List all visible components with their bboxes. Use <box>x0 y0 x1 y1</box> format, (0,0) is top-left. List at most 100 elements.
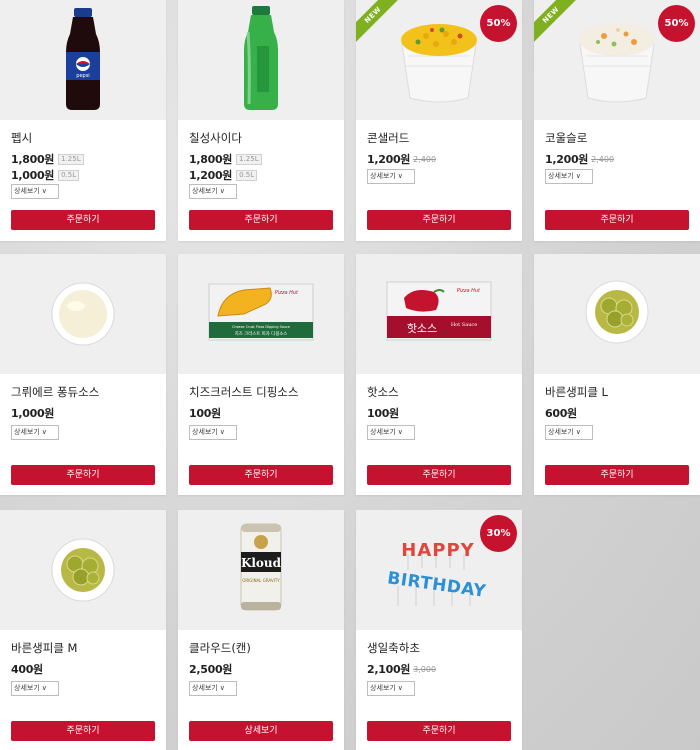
pickle-bowl-icon <box>585 280 649 344</box>
product-image[interactable]: Kloud ORIGINAL GRAVITY <box>178 510 344 630</box>
detail-label: 상세보기 <box>370 172 396 180</box>
product-image[interactable] <box>178 0 344 120</box>
product-name: 바른생피클 M <box>11 641 78 655</box>
packet-text-en: Cheese Crust Pizza Dipping Sauce <box>232 325 290 329</box>
detail-button[interactable]: 상세보기 <box>189 721 333 741</box>
order-button[interactable]: 주문하기 <box>189 210 333 230</box>
chevron-down-icon: ∨ <box>41 187 47 195</box>
chevron-down-icon: ∨ <box>219 684 225 692</box>
chevron-down-icon: ∨ <box>397 172 403 180</box>
detail-dropdown[interactable]: 상세보기 ∨ <box>367 169 415 184</box>
detail-dropdown[interactable]: 상세보기 ∨ <box>189 425 237 440</box>
product-image[interactable]: Pizza Hut 핫소스 Hot Sauce <box>356 254 522 374</box>
product-name: 펩시 <box>11 131 33 145</box>
detail-dropdown[interactable]: 상세보기 ∨ <box>367 425 415 440</box>
product-price: 1,200원 <box>367 153 411 166</box>
product-name: 핫소스 <box>367 385 399 399</box>
svg-text:pepsi: pepsi <box>76 73 89 79</box>
kloud-beer-can-icon: Kloud ORIGINAL GRAVITY <box>240 523 282 611</box>
detail-label: 상세보기 <box>192 684 218 692</box>
product-image[interactable]: NEW 50% <box>534 0 700 120</box>
pepsi-bottle-icon: pepsi <box>66 8 100 110</box>
dipping-sauce-packet-icon: Pizza Hut Cheese Crust Pizza Dipping Sau… <box>208 283 314 341</box>
pickle-bowl-icon <box>51 538 115 602</box>
product-card: pepsi 펩시 1,800원 1.25L 1,000원 0.5L 상세보기 ∨ 주문… <box>0 0 166 241</box>
detail-label: 상세보기 <box>548 172 574 180</box>
detail-dropdown[interactable]: 상세보기 ∨ <box>545 169 593 184</box>
original-price: 2,400 <box>413 154 437 164</box>
product-price: 1,800원 <box>189 153 233 166</box>
product-image[interactable] <box>0 254 166 374</box>
product-image[interactable]: HAPPY BIRTHDAY 30% <box>356 510 522 630</box>
packet-text-en: Hot Sauce <box>451 322 477 328</box>
packet-text: 치즈 크러스트 피자 디핑소스 <box>235 330 288 337</box>
chevron-down-icon: ∨ <box>397 428 403 436</box>
can-brand-text: Kloud <box>241 556 282 570</box>
discount-badge: 50% <box>480 5 517 42</box>
original-price: 2,400 <box>591 154 615 164</box>
order-button[interactable]: 주문하기 <box>11 210 155 230</box>
product-price: 1,000원 <box>11 169 55 182</box>
product-image[interactable]: pepsi <box>0 0 166 120</box>
detail-label: 상세보기 <box>14 187 40 195</box>
detail-label: 상세보기 <box>14 684 40 692</box>
brand-text: Pizza Hut <box>457 288 481 294</box>
candle-text-happy: HAPPY <box>401 540 474 561</box>
order-button[interactable]: 주문하기 <box>189 465 333 485</box>
chevron-down-icon: ∨ <box>41 428 47 436</box>
order-button[interactable]: 주문하기 <box>367 721 511 741</box>
detail-label: 상세보기 <box>370 684 396 692</box>
detail-dropdown[interactable]: 상세보기 ∨ <box>11 681 59 696</box>
detail-dropdown[interactable]: 상세보기 ∨ <box>189 184 237 199</box>
product-card: Kloud ORIGINAL GRAVITY 클라우드(캔) 2,500원 상세… <box>178 510 344 750</box>
product-price: 1,200원 <box>189 169 233 182</box>
order-button[interactable]: 주문하기 <box>367 210 511 230</box>
order-button[interactable]: 주문하기 <box>545 465 689 485</box>
product-image[interactable] <box>0 510 166 630</box>
product-card: 바른생피클 M 400원 상세보기 ∨ 주문하기 <box>0 510 166 750</box>
product-price: 1,000원 <box>11 407 55 420</box>
packet-text: 핫소스 <box>407 322 437 335</box>
size-tag: 0.5L <box>236 169 258 181</box>
product-image[interactable] <box>534 254 700 374</box>
order-button[interactable]: 주문하기 <box>11 465 155 485</box>
product-price: 100원 <box>367 407 399 420</box>
product-price: 600원 <box>545 407 577 420</box>
product-name: 클라우드(캔) <box>189 641 251 655</box>
candle-text-birthday: BIRTHDAY <box>386 568 487 602</box>
product-card: 칠성사이다 1,800원 1.25L 1,200원 0.5L 상세보기 ∨ 주문하기 <box>178 0 344 241</box>
product-name: 바른생피클 L <box>545 385 608 399</box>
detail-label: 상세보기 <box>548 428 574 436</box>
product-card: 그뤼에르 퐁듀소스 1,000원 상세보기 ∨ 주문하기 <box>0 254 166 495</box>
discount-badge: 50% <box>658 5 695 42</box>
product-image[interactable]: NEW 50% <box>356 0 522 120</box>
detail-dropdown[interactable]: 상세보기 ∨ <box>11 425 59 440</box>
product-card: Pizza Hut Cheese Crust Pizza Dipping Sau… <box>178 254 344 495</box>
order-button[interactable]: 주문하기 <box>545 210 689 230</box>
chevron-down-icon: ∨ <box>219 187 225 195</box>
product-card: 바른생피클 L 600원 상세보기 ∨ 주문하기 <box>534 254 700 495</box>
product-name: 콘샐러드 <box>367 131 410 145</box>
order-button[interactable]: 주문하기 <box>367 465 511 485</box>
product-image[interactable]: Pizza Hut Cheese Crust Pizza Dipping Sau… <box>178 254 344 374</box>
chevron-down-icon: ∨ <box>219 428 225 436</box>
hot-sauce-packet-icon: Pizza Hut 핫소스 Hot Sauce <box>386 281 492 341</box>
detail-dropdown[interactable]: 상세보기 ∨ <box>11 184 59 199</box>
product-price: 400원 <box>11 663 43 676</box>
product-price: 2,100원 <box>367 663 411 676</box>
detail-dropdown[interactable]: 상세보기 ∨ <box>367 681 415 696</box>
product-price: 100원 <box>189 407 221 420</box>
can-text: ORIGINAL GRAVITY <box>242 578 280 583</box>
chevron-down-icon: ∨ <box>397 684 403 692</box>
detail-label: 상세보기 <box>14 428 40 436</box>
order-button[interactable]: 주문하기 <box>11 721 155 741</box>
product-card: HAPPY BIRTHDAY 30% 생일축하초 2,100원 3,000 상세보… <box>356 510 522 750</box>
detail-dropdown[interactable]: 상세보기 ∨ <box>189 681 237 696</box>
discount-badge: 30% <box>480 515 517 552</box>
product-card: NEW 50% 코울슬로 1,200원 2,400 상세보기 ∨ 주문하기 <box>534 0 700 241</box>
chevron-down-icon: ∨ <box>41 684 47 692</box>
size-tag: 0.5L <box>58 169 80 181</box>
product-card: NEW 50% 콘샐러드 1,200원 2,400 상세보기 ∨ 주문하기 <box>356 0 522 241</box>
product-name: 생일축하초 <box>367 641 420 655</box>
detail-dropdown[interactable]: 상세보기 ∨ <box>545 425 593 440</box>
